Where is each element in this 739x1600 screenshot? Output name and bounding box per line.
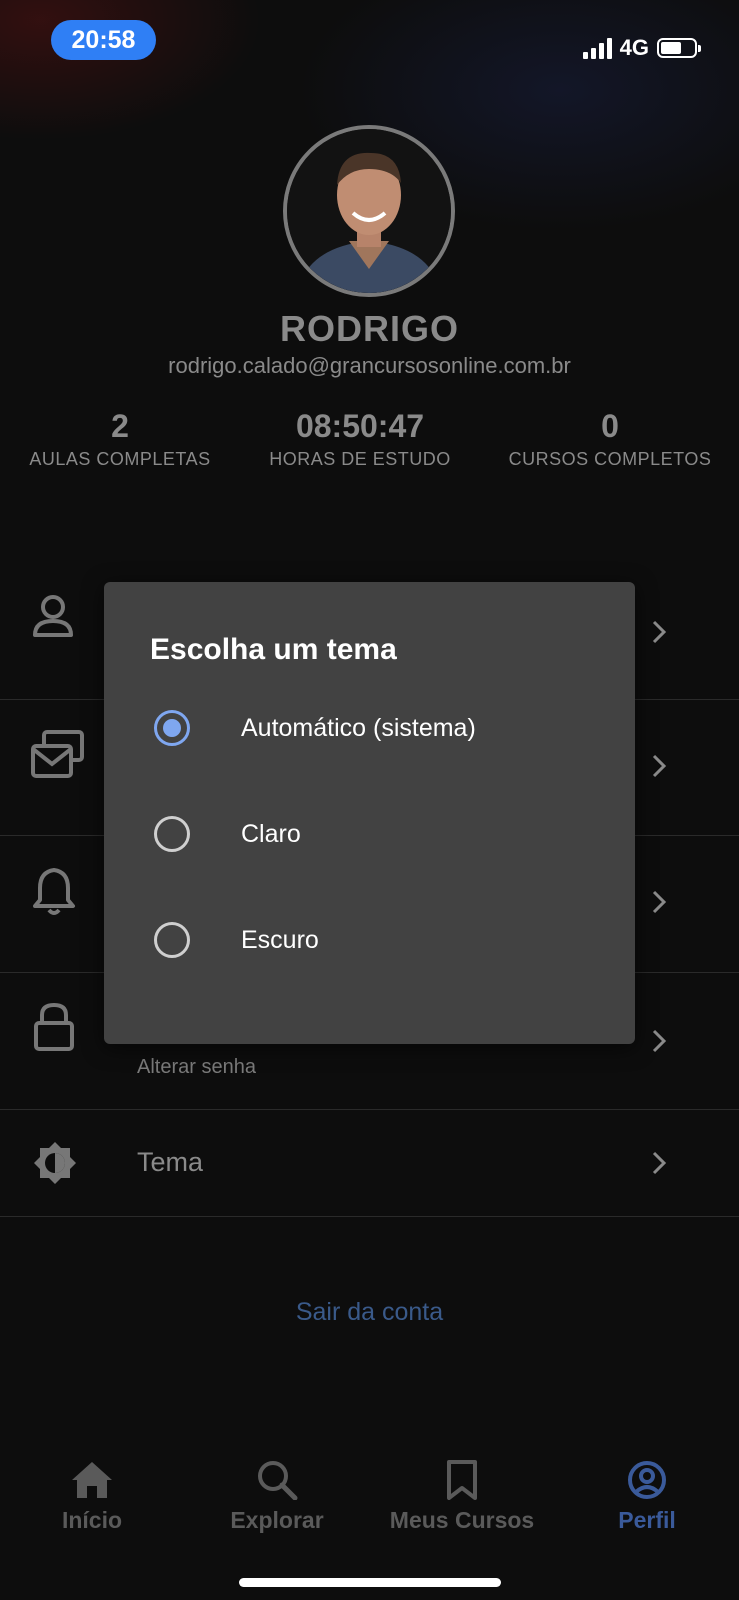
nav-label: Meus Cursos (389, 1507, 535, 1533)
profile-name: RODRIGO (279, 308, 459, 349)
status-indicators: 4G (582, 34, 701, 62)
radio-checked-icon[interactable] (154, 710, 190, 746)
theme-option-automatic[interactable]: Automático (sistema) (104, 688, 635, 768)
nav-my-courses[interactable]: Meus Cursos (382, 1460, 542, 1534)
avatar (283, 125, 455, 297)
nav-explore[interactable]: Explorar (197, 1460, 357, 1534)
stat-label: HORAS DE ESTUDO (269, 449, 451, 469)
option-label: Automático (sistema) (241, 714, 476, 742)
radio-unchecked-icon[interactable] (154, 816, 190, 852)
nav-label: Perfil (618, 1507, 676, 1533)
stat-label: CURSOS COMPLETOS (508, 449, 712, 469)
theme-option-light[interactable]: Claro (104, 794, 635, 874)
home-indicator (239, 1578, 501, 1587)
chevron-right-icon (652, 754, 667, 778)
dialog-title: Escolha um tema (150, 633, 397, 666)
profile-icon (628, 1461, 666, 1499)
chevron-right-icon (652, 1029, 667, 1053)
search-icon (258, 1461, 298, 1501)
network-type: 4G (619, 35, 649, 60)
lock-icon (34, 1002, 74, 1051)
stat-label: AULAS COMPLETAS (29, 449, 211, 469)
stat-value: 2 (111, 408, 129, 444)
profile-email: rodrigo.calado@grancursosonline.com.br (168, 353, 571, 378)
status-time: 20:58 (51, 20, 156, 60)
menu-item-theme[interactable]: Tema (0, 1110, 739, 1217)
chevron-right-icon (652, 1151, 667, 1175)
option-label: Claro (241, 820, 301, 848)
stat-horas: 08:50:47 HORAS DE ESTUDO (250, 408, 470, 470)
stat-value: 0 (601, 408, 619, 444)
nav-label: Explorar (230, 1507, 324, 1533)
option-label: Escuro (241, 926, 319, 954)
bell-icon (33, 868, 75, 915)
nav-home[interactable]: Início (12, 1460, 172, 1534)
logout-link[interactable]: Sair da conta (0, 1298, 739, 1327)
battery-icon (657, 38, 701, 58)
bookmark-icon (447, 1460, 477, 1500)
chevron-right-icon (652, 890, 667, 914)
signal-icon (582, 37, 612, 59)
theme-dialog: Escolha um tema Automático (sistema) Cla… (104, 582, 635, 1044)
chevron-right-icon (652, 620, 667, 644)
mail-icon (31, 730, 84, 778)
nav-profile[interactable]: Perfil (567, 1460, 727, 1534)
theme-label: Tema (137, 1147, 204, 1177)
stat-aulas: 2 AULAS COMPLETAS (20, 408, 220, 470)
home-icon (72, 1462, 112, 1498)
nav-label: Início (61, 1507, 123, 1533)
theme-icon (34, 1142, 76, 1184)
radio-unchecked-icon[interactable] (154, 922, 190, 958)
theme-option-dark[interactable]: Escuro (104, 900, 635, 980)
stat-cursos: 0 CURSOS COMPLETOS (500, 408, 720, 470)
password-subtitle: Alterar senha (137, 1056, 256, 1078)
user-icon (33, 595, 73, 637)
stat-value: 08:50:47 (295, 408, 425, 444)
